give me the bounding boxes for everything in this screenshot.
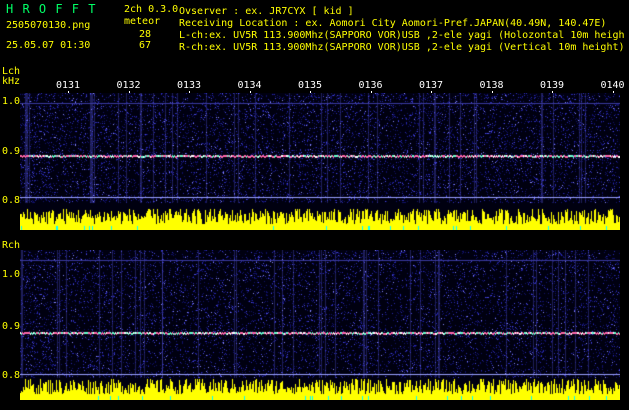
mode-label: 2ch 0.3.0: [124, 4, 179, 15]
lch-info-line: L-ch:ex. UV5R 113.900Mhz(SAPPORO VOR)USB…: [179, 30, 625, 41]
time-label: 0138: [479, 80, 504, 91]
app-name: H R O F F T: [6, 2, 97, 16]
time-label: 0133: [177, 80, 202, 91]
rch-meteor-count: 67: [139, 40, 152, 51]
time-label: 0132: [116, 80, 141, 91]
rch-spectrogram-canvas: [20, 250, 620, 400]
rch-label: Rch: [2, 240, 21, 251]
rch-spectrogram: [20, 250, 620, 400]
time-label: 0139: [540, 80, 565, 91]
time-label: 0131: [56, 80, 81, 91]
lch-spectrogram-canvas: [20, 93, 620, 230]
rch-tick-0-8: 0.8: [2, 370, 21, 381]
filename: 2505070130.png: [6, 20, 91, 31]
lch-meteor-count: 28: [139, 29, 152, 40]
time-label: 0135: [298, 80, 323, 91]
rch-tick-1-0: 1.0: [2, 269, 21, 280]
location-line: Receiving Location : ex. Aomori City Aom…: [179, 18, 607, 29]
meteor-label: meteor: [124, 16, 161, 27]
rch-tick-0-9: 0.9: [2, 321, 21, 332]
lch-spectrogram: [20, 93, 620, 230]
lch-tick-0-9: 0.9: [2, 146, 21, 157]
observer-line: Ovserver : ex. JR7CYX [ kid ]: [179, 6, 354, 17]
lch-tick-0-8: 0.8: [2, 195, 21, 206]
rch-info-line: R-ch:ex. UV5R 113.900Mhz(SAPPORO VOR)USB…: [179, 42, 625, 53]
time-label: 0136: [358, 80, 383, 91]
time-label: 0140: [600, 80, 625, 91]
lch-tick-1-0: 1.0: [2, 96, 21, 107]
time-label: 0134: [237, 80, 262, 91]
timestamp: 25.05.07 01:30: [6, 40, 91, 51]
lch-unit: kHz: [2, 76, 21, 87]
time-label: 0137: [419, 80, 444, 91]
